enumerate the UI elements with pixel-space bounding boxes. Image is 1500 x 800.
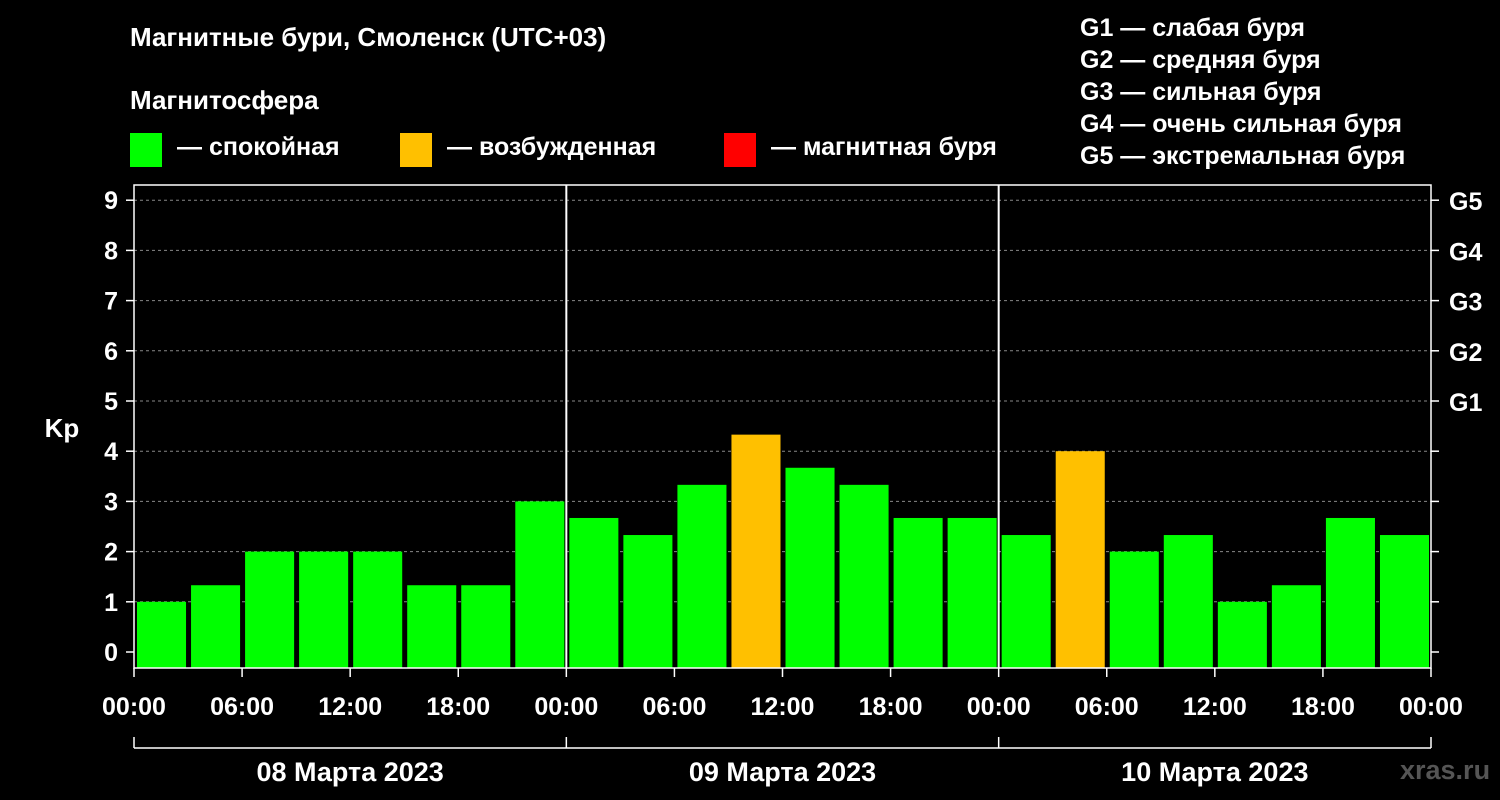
x-tick-label: 00:00 (102, 693, 166, 721)
kp-bar (1055, 451, 1105, 668)
y-tick-label: 8 (104, 237, 118, 265)
x-tick-label: 18:00 (426, 693, 490, 721)
kp-bar (623, 535, 673, 668)
day-label: 08 Марта 2023 (257, 757, 444, 787)
kp-bar (137, 601, 187, 668)
x-tick-label: 00:00 (967, 693, 1031, 721)
y-tick-label: 4 (104, 438, 118, 466)
x-tick-label: 06:00 (210, 693, 274, 721)
kp-bar (191, 585, 241, 668)
kp-bar (1109, 551, 1159, 668)
x-tick-label: 18:00 (1291, 693, 1355, 721)
day-label: 10 Марта 2023 (1121, 757, 1308, 787)
y-tick-label: 7 (104, 288, 118, 316)
g-level-label: G2 (1449, 339, 1482, 367)
x-tick-label: 06:00 (1075, 693, 1139, 721)
kp-bar (407, 585, 457, 668)
x-tick-label: 12:00 (751, 693, 815, 721)
kp-bar (1325, 517, 1375, 668)
kp-bar (1217, 601, 1267, 668)
kp-bar (1271, 585, 1321, 668)
watermark: xras.ru (1400, 755, 1491, 785)
kp-bar (785, 467, 835, 668)
x-tick-label: 00:00 (534, 693, 598, 721)
y-axis-label: Kp (45, 413, 80, 443)
x-tick-label: 18:00 (859, 693, 923, 721)
kp-bar (299, 551, 349, 668)
kp-bar (353, 551, 403, 668)
y-tick-label: 9 (104, 187, 118, 215)
x-tick-label: 12:00 (1183, 693, 1247, 721)
x-tick-label: 12:00 (318, 693, 382, 721)
g-level-label: G4 (1449, 238, 1482, 266)
kp-bar (839, 484, 889, 668)
kp-bar (947, 517, 997, 668)
kp-bar (1001, 535, 1051, 668)
day-label: 09 Марта 2023 (689, 757, 876, 787)
g-level-label: G5 (1449, 188, 1482, 216)
kp-bar (461, 585, 511, 668)
y-tick-label: 2 (104, 539, 118, 567)
kp-bar (569, 517, 619, 668)
kp-bar (515, 501, 565, 668)
kp-bar (731, 434, 781, 668)
kp-chart: 0 1 2 3 4 5 6 7 8 9 G1 G2 G3 G4 G5 Kp 00:00 06:00 12:00 18:… (45, 184, 1482, 787)
kp-bar (245, 551, 295, 668)
kp-bar (1163, 535, 1213, 668)
kp-bar (677, 484, 727, 668)
x-tick-label: 00:00 (1399, 693, 1463, 721)
y-tick-label: 3 (104, 488, 118, 516)
y-tick-label: 6 (104, 338, 118, 366)
y-tick-label: 5 (104, 388, 118, 416)
g-level-label: G3 (1449, 289, 1482, 317)
kp-bar (1379, 535, 1429, 668)
y-tick-label: 1 (104, 589, 118, 617)
y-tick-label: 0 (104, 639, 118, 667)
kp-bar (893, 517, 943, 668)
x-tick-label: 06:00 (642, 693, 706, 721)
g-level-label: G1 (1449, 389, 1482, 417)
